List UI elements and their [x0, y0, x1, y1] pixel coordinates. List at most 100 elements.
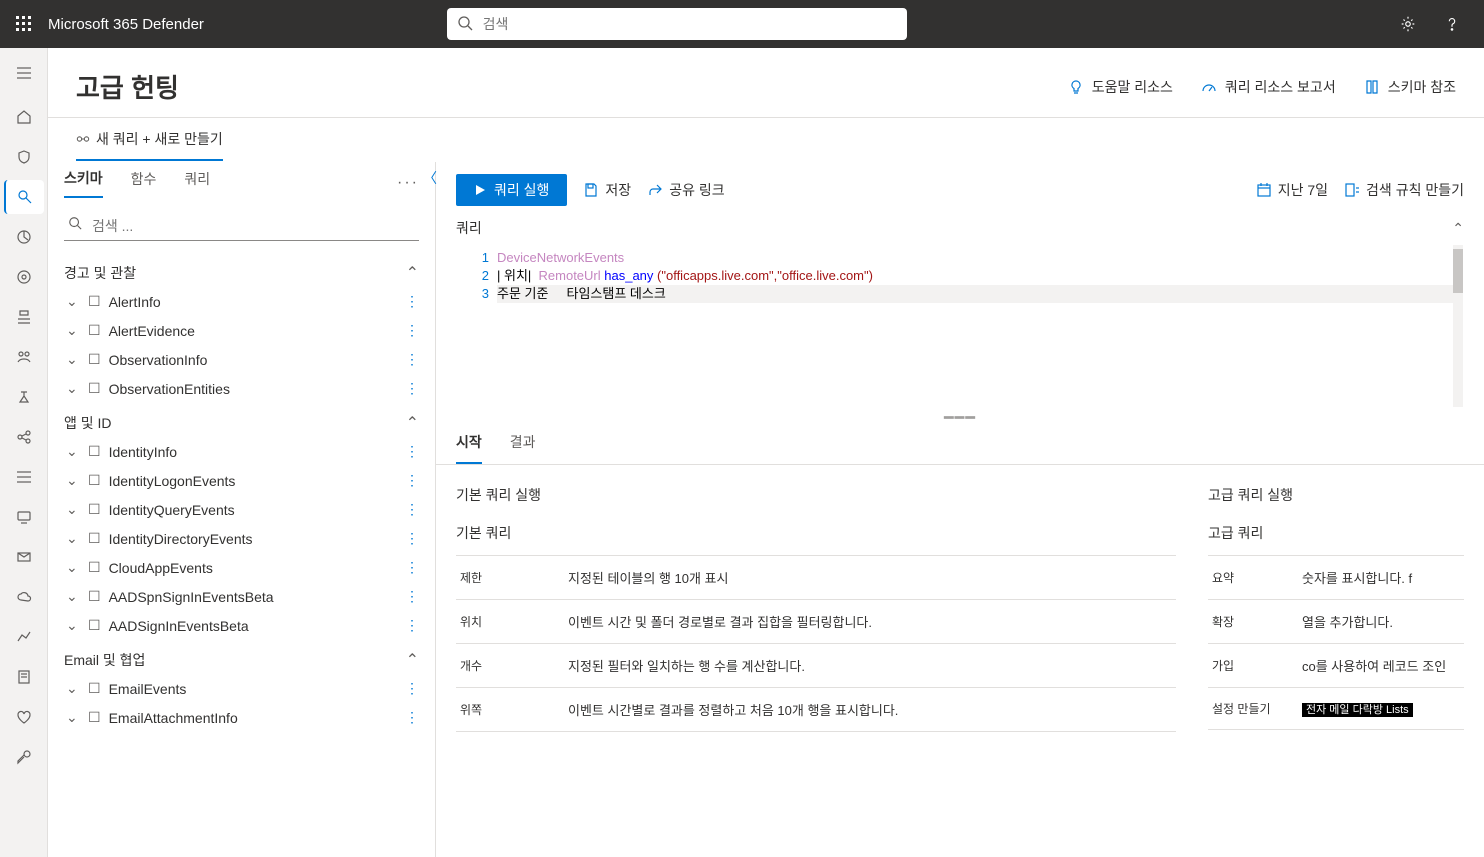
more-icon[interactable]: ⋮	[405, 617, 419, 634]
schema-item[interactable]: ⌄☐IdentityLogonEvents⋮	[48, 466, 435, 495]
schema-item[interactable]: ⌄☐EmailEvents⋮	[48, 674, 435, 703]
create-detection-rule-button[interactable]: 검색 규칙 만들기	[1344, 180, 1464, 200]
more-icon[interactable]: ⋮	[405, 380, 419, 397]
starter-desc: 이벤트 시간 및 폴더 경로별로 결과 집합을 필터링합니다.	[568, 612, 1172, 631]
more-icon[interactable]: ⋮	[405, 709, 419, 726]
functions-tab[interactable]: 함수	[131, 169, 157, 197]
chevron-down-icon: ⌄	[66, 380, 78, 397]
menu-toggle-icon[interactable]	[4, 56, 44, 90]
schema-item[interactable]: ⌄☐ObservationInfo⋮	[48, 345, 435, 374]
nav-partners-icon[interactable]	[4, 420, 44, 454]
nav-home-icon[interactable]	[4, 100, 44, 134]
calendar-icon	[1256, 182, 1272, 198]
app-launcher-icon[interactable]	[8, 8, 40, 40]
schema-item[interactable]: ⌄☐IdentityInfo⋮	[48, 437, 435, 466]
table-icon: ☐	[88, 617, 101, 634]
nav-secure-icon[interactable]	[4, 300, 44, 334]
code-area[interactable]: DeviceNetworkEvents | 위치| RemoteUrl has_…	[497, 245, 1463, 407]
nav-permissions-icon[interactable]	[4, 740, 44, 774]
query-editor[interactable]: 1 2 3 DeviceNetworkEvents | 위치| RemoteUr…	[456, 244, 1464, 408]
schema-group-email[interactable]: Email 및 협업 ⌃	[48, 640, 435, 674]
schema-reference-link[interactable]: 스키마 참조	[1364, 77, 1456, 97]
nav-health-icon[interactable]	[4, 700, 44, 734]
help-icon[interactable]	[1436, 8, 1468, 40]
starter-row[interactable]: 위쪽이벤트 시간별로 결과를 정렬하고 처음 10개 행을 표시합니다.	[456, 688, 1176, 732]
starter-row[interactable]: 가입co를 사용하여 레코드 조인	[1208, 644, 1464, 688]
settings-icon[interactable]	[1392, 8, 1424, 40]
schema-item[interactable]: ⌄☐IdentityDirectoryEvents⋮	[48, 524, 435, 553]
chevron-up-icon[interactable]: ⌃	[406, 263, 419, 283]
share-link-button[interactable]: 공유 링크	[647, 180, 724, 200]
global-search-input[interactable]	[447, 8, 907, 40]
nav-audit-icon[interactable]	[4, 660, 44, 694]
starter-row[interactable]: 제한지정된 테이블의 행 10개 표시	[456, 556, 1176, 600]
schema-group-apps[interactable]: 앱 및 ID ⌃	[48, 403, 435, 437]
more-icon[interactable]: ⋮	[405, 530, 419, 547]
nav-threat-icon[interactable]	[4, 260, 44, 294]
queries-tab[interactable]: 쿼리	[184, 169, 210, 197]
new-query-tab-label: 새 쿼리 + 새로 만들기	[96, 129, 223, 149]
nav-email-icon[interactable]	[4, 540, 44, 574]
schema-item[interactable]: ⌄☐AlertInfo⋮	[48, 287, 435, 316]
more-icon[interactable]: ⋮	[405, 351, 419, 368]
schema-item[interactable]: ⌄☐IdentityQueryEvents⋮	[48, 495, 435, 524]
table-icon: ☐	[88, 380, 101, 397]
tab-getting-started[interactable]: 시작	[456, 432, 482, 464]
nav-hunting-icon[interactable]	[4, 180, 44, 214]
schema-item[interactable]: ⌄☐ObservationEntities⋮	[48, 374, 435, 403]
nav-reports-icon[interactable]	[4, 620, 44, 654]
rule-icon	[1344, 182, 1360, 198]
chevron-up-icon[interactable]: ⌃	[406, 650, 419, 670]
basic-queries-sub: 기본 쿼리	[456, 523, 1176, 543]
nav-actions-icon[interactable]	[4, 220, 44, 254]
schema-tab[interactable]: 스키마	[64, 168, 103, 198]
schema-item[interactable]: ⌄☐AlertEvidence⋮	[48, 316, 435, 345]
schema-search-input[interactable]	[64, 212, 419, 241]
schema-item[interactable]: ⌄☐AADSignInEventsBeta⋮	[48, 611, 435, 640]
nav-assets-icon[interactable]	[4, 460, 44, 494]
save-button[interactable]: 저장	[583, 180, 631, 200]
help-resources-link[interactable]: 도움말 리소스	[1068, 77, 1173, 97]
time-range-button[interactable]: 지난 7일	[1256, 180, 1328, 200]
starter-row[interactable]: 설정 만들기전자 메일 다락방 Lists	[1208, 688, 1464, 730]
chevron-up-icon[interactable]: ⌃	[1452, 220, 1464, 237]
nav-cloud-icon[interactable]	[4, 580, 44, 614]
nav-endpoints-icon[interactable]	[4, 500, 44, 534]
table-icon: ☐	[88, 709, 101, 726]
schema-item[interactable]: ⌄☐CloudAppEvents⋮	[48, 553, 435, 582]
starter-row[interactable]: 위치이벤트 시간 및 폴더 경로별로 결과 집합을 필터링합니다.	[456, 600, 1176, 644]
starter-row[interactable]: 요약숫자를 표시합니다. f	[1208, 556, 1464, 600]
chevron-up-icon[interactable]: ⌃	[406, 413, 419, 433]
schema-item[interactable]: ⌄☐AADSpnSignInEventsBeta⋮	[48, 582, 435, 611]
nav-trials-icon[interactable]	[4, 380, 44, 414]
starter-row[interactable]: 개수지정된 필터와 일치하는 행 수를 계산합니다.	[456, 644, 1176, 688]
table-icon: ☐	[88, 351, 101, 368]
save-icon	[583, 182, 599, 198]
page-title: 고급 헌팅	[76, 68, 179, 105]
chevron-down-icon: ⌄	[66, 443, 78, 460]
collapse-panel-icon[interactable]: 〈	[423, 168, 437, 188]
schema-group-alerts[interactable]: 경고 및 관찰 ⌃	[48, 253, 435, 287]
more-icon[interactable]: ⋮	[405, 443, 419, 460]
more-icon[interactable]: ⋮	[405, 588, 419, 605]
more-icon[interactable]: ⋮	[405, 293, 419, 310]
tab-results[interactable]: 결과	[510, 432, 536, 464]
starter-row[interactable]: 확장열을 추가합니다.	[1208, 600, 1464, 644]
more-tabs-icon[interactable]: ···	[397, 174, 419, 192]
more-icon[interactable]: ⋮	[405, 472, 419, 489]
splitter-handle[interactable]: ━━━	[436, 412, 1484, 424]
more-icon[interactable]: ⋮	[405, 501, 419, 518]
starter-key: 가입	[1212, 657, 1302, 674]
more-icon[interactable]: ⋮	[405, 322, 419, 339]
editor-scrollbar[interactable]	[1453, 245, 1463, 407]
nav-learning-icon[interactable]	[4, 340, 44, 374]
starter-desc: co를 사용하여 레코드 조인	[1302, 656, 1460, 675]
more-icon[interactable]: ⋮	[405, 680, 419, 697]
starter-desc: 열을 추가합니다.	[1302, 612, 1460, 631]
run-query-button[interactable]: 쿼리 실행	[456, 174, 567, 206]
nav-shield-icon[interactable]	[4, 140, 44, 174]
query-resources-link[interactable]: 쿼리 리소스 보고서	[1201, 77, 1336, 97]
schema-item[interactable]: ⌄☐EmailAttachmentInfo⋮	[48, 703, 435, 732]
more-icon[interactable]: ⋮	[405, 559, 419, 576]
new-query-tab[interactable]: 새 쿼리 + 새로 만들기	[76, 129, 223, 161]
